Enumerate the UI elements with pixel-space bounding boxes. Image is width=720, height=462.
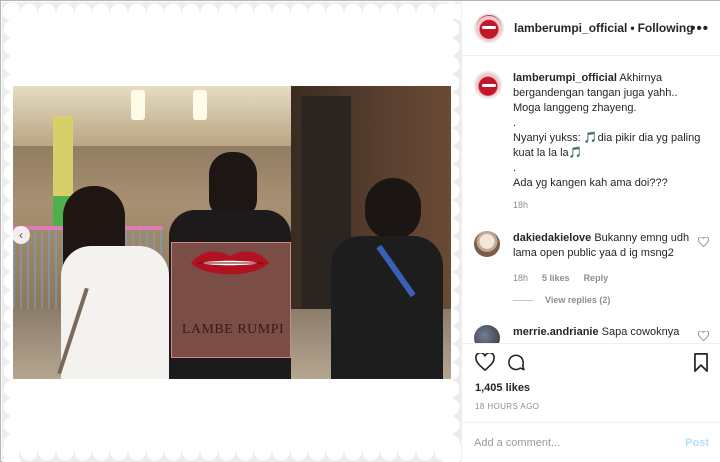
chevron-left-icon[interactable]: ‹	[12, 226, 30, 244]
comment-likes[interactable]: 5 likes	[542, 271, 570, 286]
avatar[interactable]	[474, 13, 504, 43]
view-replies-label: View replies (2)	[545, 295, 611, 305]
comment-username[interactable]: merrie.andrianie	[513, 326, 599, 338]
lips-logo-icon	[191, 251, 269, 275]
man-head	[209, 152, 257, 218]
likes-count[interactable]: 1,405 likes	[475, 382, 530, 394]
caption-timestamp[interactable]: 18h	[513, 198, 703, 213]
comment-meta: 18h 5 likes Reply	[513, 271, 693, 286]
more-icon[interactable]: •••	[690, 20, 709, 37]
avatar[interactable]	[474, 71, 502, 99]
caption-line: Ada yg kangen kah ama doi???	[513, 177, 668, 189]
comment-text: Sapa cowoknya	[601, 326, 680, 338]
following-button[interactable]: Following	[638, 21, 694, 35]
watermark-text: LAMBE RUMPI	[181, 322, 285, 337]
action-bar	[462, 343, 720, 377]
view-replies-button[interactable]: View replies (2)	[513, 293, 693, 308]
comment-item: dakiedakielove Bukanny emng udh lama ope…	[474, 231, 709, 308]
post-button[interactable]: Post	[685, 437, 709, 449]
post-header: lamberumpi_official • Following •••	[462, 1, 720, 56]
avatar[interactable]	[474, 325, 500, 343]
comment-time[interactable]: 18h	[513, 271, 528, 286]
caption-username[interactable]: lamberumpi_official	[513, 72, 617, 84]
comment-input[interactable]	[474, 436, 686, 449]
caption-line: .	[513, 162, 517, 174]
caption: lamberumpi_official Akhirnya bergandenga…	[474, 71, 709, 213]
bookmark-icon[interactable]	[693, 353, 709, 372]
comments-list[interactable]: lamberumpi_official Akhirnya bergandenga…	[462, 57, 720, 343]
post-photo: LAMBE RUMPI	[13, 86, 451, 379]
caption-line: .	[513, 117, 517, 129]
reply-button[interactable]: Reply	[584, 271, 609, 286]
post-panel: lamberumpi_official • Following ••• lamb…	[461, 1, 720, 462]
instagram-post-frame: LAMBE RUMPI ‹ lamberumpi_official • Foll…	[0, 0, 720, 462]
separator-dot: •	[630, 21, 635, 35]
comment-composer: Post	[462, 422, 720, 462]
comment-heart-icon[interactable]	[698, 331, 709, 341]
header-username[interactable]: lamberumpi_official	[514, 21, 627, 35]
friend-head	[365, 178, 421, 240]
comment-icon[interactable]	[506, 353, 526, 372]
heart-icon[interactable]	[475, 353, 495, 371]
comment-username[interactable]: dakiedakielove	[513, 232, 591, 244]
comment-heart-icon[interactable]	[698, 237, 709, 247]
comment-item: merrie.andrianie Sapa cowoknya	[474, 325, 709, 343]
post-media: LAMBE RUMPI ‹	[2, 2, 461, 462]
avatar[interactable]	[474, 231, 500, 257]
post-timestamp: 18 HOURS AGO	[475, 402, 540, 411]
caption-line: Nyanyi yukss: 🎵dia pikir dia yg paling k…	[513, 132, 701, 159]
